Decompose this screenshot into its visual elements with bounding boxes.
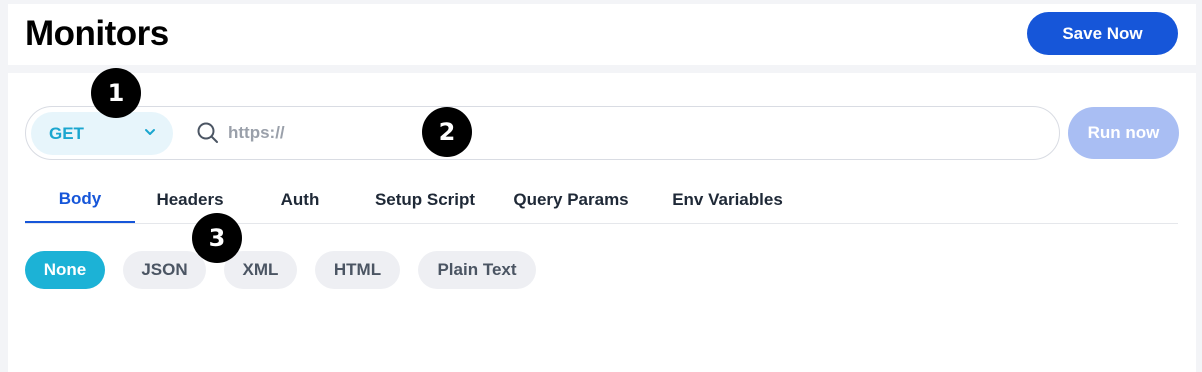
step-marker-3: 3 bbox=[192, 213, 242, 263]
request-tabs: Body Headers Auth Setup Script Query Par… bbox=[25, 177, 1178, 224]
request-editor: GET Run now Body Headers Auth Setup Scri… bbox=[8, 73, 1196, 372]
url-bar: GET bbox=[25, 106, 1060, 160]
step-marker-2: 2 bbox=[422, 107, 472, 157]
url-input[interactable] bbox=[228, 115, 1028, 151]
method-label: GET bbox=[49, 123, 84, 143]
tab-auth[interactable]: Auth bbox=[270, 177, 330, 223]
tab-query-params[interactable]: Query Params bbox=[507, 177, 635, 223]
body-type-none[interactable]: None bbox=[25, 251, 105, 289]
body-type-html[interactable]: HTML bbox=[315, 251, 400, 289]
search-icon bbox=[197, 122, 218, 143]
body-type-json[interactable]: JSON bbox=[123, 251, 206, 289]
page-title: Monitors bbox=[25, 14, 169, 53]
chevron-down-icon bbox=[145, 129, 155, 135]
tab-env-variables[interactable]: Env Variables bbox=[665, 177, 790, 223]
step-marker-1: 1 bbox=[91, 68, 141, 118]
run-now-button[interactable]: Run now bbox=[1068, 107, 1179, 159]
tab-setup-script[interactable]: Setup Script bbox=[365, 177, 485, 223]
tab-body[interactable]: Body bbox=[25, 177, 135, 223]
method-select[interactable]: GET bbox=[31, 112, 173, 155]
save-now-button[interactable]: Save Now bbox=[1027, 12, 1178, 55]
body-type-xml[interactable]: XML bbox=[224, 251, 297, 289]
body-type-plain-text[interactable]: Plain Text bbox=[418, 251, 536, 289]
page-header: Monitors Save Now bbox=[8, 4, 1196, 65]
